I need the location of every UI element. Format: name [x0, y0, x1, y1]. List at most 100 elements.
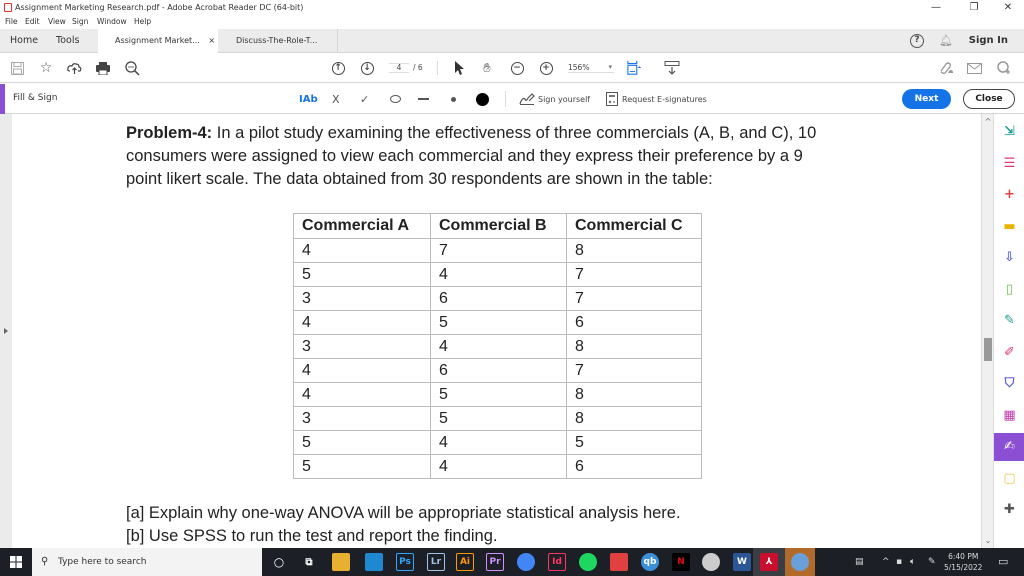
sign-in-link[interactable]: Sign In	[969, 29, 1008, 53]
tool-combine-files[interactable]: ⇩	[994, 244, 1024, 272]
lightroom-icon[interactable]: Lr	[427, 553, 445, 571]
next-page-icon[interactable]: ↓	[359, 60, 375, 76]
photoshop-icon[interactable]: Ps	[396, 553, 414, 571]
netflix-icon[interactable]: N	[672, 553, 690, 571]
left-nav-panel-toggle[interactable]	[0, 114, 12, 548]
indesign-icon[interactable]: Id	[548, 553, 566, 571]
zoom-in-icon[interactable]: +	[538, 60, 554, 76]
cortana-icon[interactable]: ○	[270, 553, 288, 571]
share-link-icon[interactable]	[938, 60, 954, 76]
line-tool[interactable]	[418, 91, 429, 107]
tab-document[interactable]: Discuss-The-Role-T...	[218, 29, 338, 53]
zoom-out-icon[interactable]: −	[509, 60, 525, 76]
tab-document-active[interactable]: Assignment Market... ×	[98, 29, 218, 54]
volume-icon[interactable]: 🔈︎	[910, 548, 915, 576]
menu-help[interactable]: Help	[134, 15, 151, 29]
tool-organize-pages[interactable]: ☰	[994, 150, 1024, 178]
help-icon[interactable]: ?	[910, 34, 924, 48]
header-commercial-b: Commercial B	[430, 213, 567, 239]
print-icon[interactable]	[95, 60, 111, 76]
qbittorrent-icon[interactable]: qb	[641, 553, 659, 571]
pen-ink-icon[interactable]: ✎	[928, 548, 936, 576]
sign-yourself-button[interactable]: Sign yourself	[519, 91, 590, 107]
chrome-icon[interactable]	[517, 553, 535, 571]
maximize-button[interactable]: ❐	[960, 0, 988, 15]
spotify-icon[interactable]	[579, 553, 597, 571]
menu-file[interactable]: File	[5, 15, 18, 29]
add-text-tool[interactable]: IAb	[299, 91, 318, 107]
close-window-button[interactable]: ✕	[994, 0, 1022, 15]
tab-close-icon[interactable]: ×	[208, 36, 215, 45]
tool-form[interactable]: ▦	[994, 402, 1024, 430]
problem-paragraph-line1: Problem-4: In a pilot study examining th…	[126, 124, 816, 143]
clock-app-icon[interactable]	[702, 553, 720, 571]
circle-tool[interactable]	[390, 91, 401, 107]
fit-page-icon[interactable]	[627, 60, 643, 76]
close-button[interactable]: Close	[963, 89, 1015, 109]
tool-edit-pdf[interactable]: ✎	[994, 307, 1024, 335]
table-cell: 4	[430, 262, 567, 287]
vertical-scrollbar[interactable]: ^ ⌄	[981, 114, 993, 548]
tool-export-pdf[interactable]: ⇲	[994, 118, 1024, 146]
check-mark-tool[interactable]: ✓	[360, 91, 369, 107]
start-button[interactable]	[0, 548, 32, 576]
premiere-icon[interactable]: Pr	[486, 553, 504, 571]
task-view-icon[interactable]: ⧉	[300, 553, 318, 571]
bookmark-star-icon[interactable]: ☆	[38, 60, 54, 76]
upload-cloud-icon[interactable]	[66, 60, 82, 76]
select-cursor-icon[interactable]	[451, 60, 467, 76]
illustrator-icon[interactable]: Ai	[456, 553, 474, 571]
table-cell: 6	[430, 286, 567, 311]
expand-arrow-icon[interactable]	[4, 328, 8, 334]
main-toolbar: ☆ ↑ ↓ 4 / 6 ✋︎ − + 156% ▾	[0, 53, 1024, 83]
sign-yourself-label: Sign yourself	[538, 94, 591, 104]
menu-edit[interactable]: Edit	[25, 15, 40, 29]
add-user-icon[interactable]	[996, 60, 1012, 76]
email-icon[interactable]	[966, 60, 982, 76]
tool-send-comments[interactable]: ▢	[994, 465, 1024, 493]
menu-window[interactable]: Window	[97, 15, 127, 29]
cross-mark-tool[interactable]: X	[332, 91, 340, 107]
anydesk-icon[interactable]	[610, 553, 628, 571]
zoom-search-icon[interactable]	[124, 60, 140, 76]
table-cell: 4	[430, 334, 567, 359]
table-row: 367	[293, 286, 702, 311]
read-mode-icon[interactable]	[664, 60, 680, 76]
minimize-button[interactable]: —	[922, 0, 950, 15]
menu-sign[interactable]: Sign	[72, 15, 88, 29]
notification-bell-icon[interactable]: 🔔︎	[939, 29, 953, 53]
news-widget-icon[interactable]: ▤	[855, 548, 864, 576]
tool-protect[interactable]: ⛉	[994, 370, 1024, 398]
large-dot-tool[interactable]	[476, 91, 489, 107]
taskbar-search-input[interactable]: ⚲ Type here to search	[32, 548, 262, 576]
small-dot-tool[interactable]	[451, 91, 456, 107]
page-number-input[interactable]: 4	[389, 63, 409, 73]
tab-home[interactable]: Home	[10, 29, 38, 53]
tool-comment[interactable]: ▬	[994, 213, 1024, 241]
tool-compress[interactable]: ▯	[994, 276, 1024, 304]
tab-tools[interactable]: Tools	[56, 29, 79, 53]
tool-create-pdf[interactable]: +	[994, 181, 1024, 209]
show-hidden-icons-chevron[interactable]: ^	[882, 548, 890, 576]
acrobat-taskbar-icon[interactable]: ⅄	[760, 553, 778, 571]
system-clock[interactable]: 6:40 PM 5/15/2022	[944, 551, 982, 573]
file-explorer-icon[interactable]	[332, 553, 350, 571]
network-icon[interactable]: ▪	[896, 548, 902, 576]
request-esignatures-button[interactable]: Request E-signatures	[606, 91, 707, 107]
menu-view[interactable]: View	[48, 15, 66, 29]
previous-page-icon[interactable]: ↑	[330, 60, 346, 76]
mail-icon[interactable]	[365, 553, 383, 571]
scrollbar-thumb[interactable]	[984, 338, 992, 361]
save-icon[interactable]	[9, 60, 25, 76]
tool-more-tools[interactable]: ✚	[994, 496, 1024, 524]
word-icon[interactable]: W	[733, 553, 751, 571]
next-button[interactable]: Next	[902, 89, 951, 109]
zoom-level-select[interactable]: 156% ▾	[568, 63, 614, 73]
tool-fill-sign-active[interactable]: ✍	[994, 433, 1024, 461]
windows-taskbar: ⚲ Type here to search ○ ⧉ Ps Lr Ai Pr Id…	[0, 548, 1024, 576]
installer-icon[interactable]	[791, 553, 809, 571]
hand-tool-icon[interactable]: ✋︎	[479, 60, 495, 76]
table-cell: 5	[566, 430, 702, 455]
tool-fill-sign[interactable]: ✐	[994, 339, 1024, 367]
action-center-icon[interactable]: ▭	[998, 548, 1008, 576]
